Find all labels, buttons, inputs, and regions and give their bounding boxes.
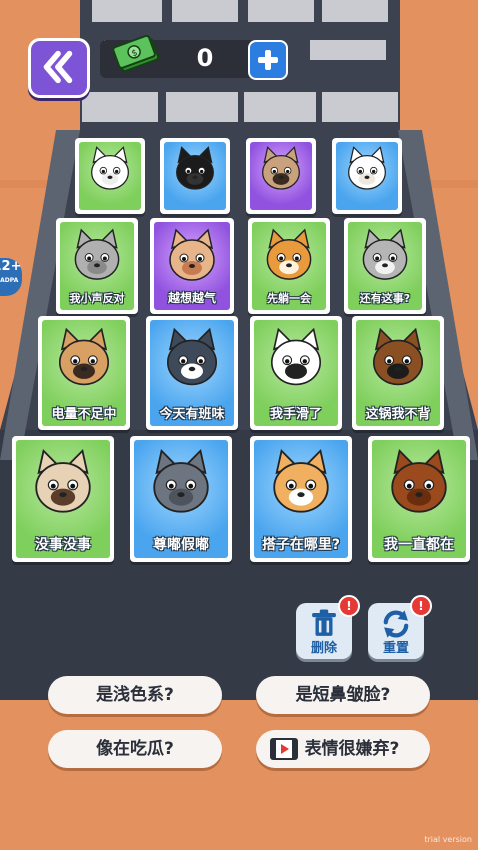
delete-button[interactable]: 删除 ! — [296, 595, 360, 659]
tabby-cat-face-icon — [362, 228, 408, 280]
card-caption: 今天有班味 — [159, 407, 225, 422]
calico-cat-face-icon — [270, 327, 322, 386]
sticker-card-poodle[interactable] — [75, 138, 145, 214]
pomeranian-face-icon — [273, 449, 329, 513]
white-dog-face-icon — [348, 146, 386, 190]
sticker-card-shepherd[interactable]: 这锅我不背 — [352, 316, 444, 430]
black-cat-face-icon — [176, 146, 214, 190]
reset-alert-badge: ! — [410, 595, 432, 617]
question-light-color[interactable]: 是浅色系? — [48, 676, 222, 714]
sticker-card-pomeranian[interactable]: 搭子在哪里? — [250, 436, 352, 562]
sticker-card-calico-cat[interactable]: 我手滑了 — [250, 316, 342, 430]
sticker-card-dachshund[interactable]: 我一直都在 — [368, 436, 470, 562]
angry-sphynx-face-icon — [169, 228, 215, 281]
pug-face-icon — [58, 327, 110, 386]
question-text: 是浅色系? — [96, 685, 174, 705]
age-rating-org: CADPA — [0, 277, 19, 284]
delete-label: 删除 — [310, 641, 337, 656]
card-caption: 先躺一会 — [267, 292, 311, 305]
card-caption: 这锅我不背 — [365, 407, 431, 422]
sticker-card-gray-cat[interactable]: 我小声反对 — [56, 218, 138, 314]
money-count: 0 — [196, 44, 214, 72]
card-caption: 我手滑了 — [269, 407, 322, 422]
trash-icon — [312, 609, 336, 636]
gray-round-cat-face-icon — [153, 449, 209, 513]
sticker-card-gray-round-cat[interactable]: 尊嘟假嘟 — [130, 436, 232, 562]
trial-watermark: trial version — [424, 835, 472, 844]
delete-alert-badge: ! — [338, 595, 360, 617]
sticker-card-black-cat[interactable] — [160, 138, 230, 214]
shiba-face-icon — [266, 228, 312, 280]
question-disgusted[interactable]: 表情很嫌弃? — [256, 730, 430, 768]
sticker-card-angry-sphynx[interactable]: 越想越气 — [150, 218, 234, 314]
card-caption: 我小声反对 — [69, 292, 125, 305]
siamese-face-icon — [35, 449, 91, 513]
card-caption: 我一直都在 — [384, 537, 454, 553]
game-stage: 12+ CADPA $ 0 我小声反对 越想越气 先躺一会 还有这事? 电量不足中 今天有… — [0, 0, 478, 850]
card-caption: 还有这事? — [359, 292, 411, 305]
refresh-icon — [383, 610, 409, 638]
sticker-card-pug[interactable]: 电量不足中 — [38, 316, 130, 430]
sticker-card-tabby-cat[interactable]: 还有这事? — [344, 218, 426, 314]
question-text: 像在吃瓜? — [96, 739, 174, 759]
sticker-card-white-dog[interactable] — [332, 138, 402, 214]
double-chevron-left-icon — [43, 50, 73, 84]
husky-face-icon — [166, 327, 218, 386]
card-caption: 搭子在哪里? — [261, 537, 341, 553]
gray-cat-face-icon — [74, 228, 120, 280]
sticker-card-shiba[interactable]: 先躺一会 — [248, 218, 330, 314]
sticker-card-husky[interactable]: 今天有班味 — [146, 316, 238, 430]
question-eating-melon[interactable]: 像在吃瓜? — [48, 730, 222, 768]
question-text: 是短鼻皱脸? — [295, 685, 391, 705]
question-text: 表情很嫌弃? — [304, 739, 400, 759]
card-caption: 尊嘟假嘟 — [153, 537, 209, 553]
card-caption: 没事没事 — [35, 537, 91, 553]
poodle-face-icon — [91, 146, 129, 190]
sticker-card-crying-dog[interactable] — [246, 138, 316, 214]
shepherd-face-icon — [372, 327, 424, 386]
cash-stack-icon: $ — [112, 34, 160, 72]
age-rating-text: 12+ — [0, 259, 22, 274]
crying-dog-face-icon — [262, 146, 300, 190]
dachshund-face-icon — [391, 449, 447, 513]
add-money-button[interactable] — [248, 40, 288, 80]
card-caption: 电量不足中 — [51, 407, 117, 422]
video-ad-icon — [270, 738, 298, 760]
back-button[interactable] — [28, 38, 90, 98]
card-caption: 越想越气 — [167, 291, 216, 305]
sticker-card-siamese[interactable]: 没事没事 — [12, 436, 114, 562]
reset-button[interactable]: 重置 ! — [368, 595, 432, 659]
reset-label: 重置 — [382, 641, 409, 656]
question-short-nose[interactable]: 是短鼻皱脸? — [256, 676, 430, 714]
